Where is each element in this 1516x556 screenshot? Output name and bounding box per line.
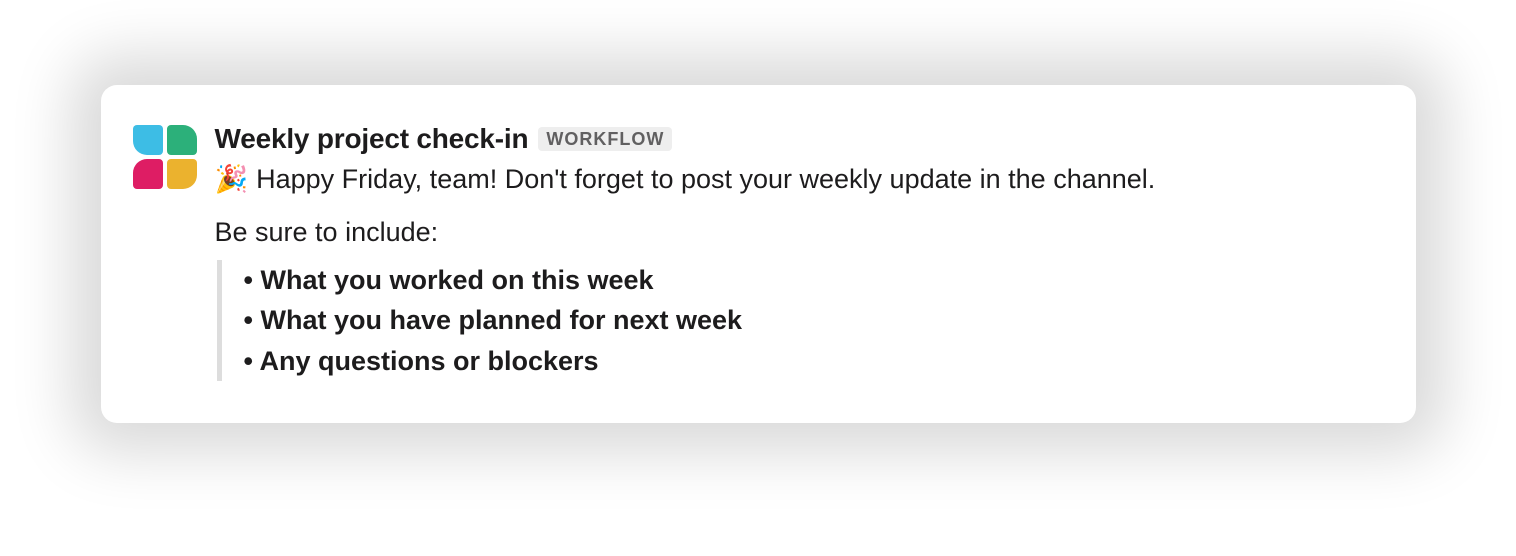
app-avatar bbox=[133, 125, 197, 189]
include-list: What you worked on this week What you ha… bbox=[244, 260, 1376, 382]
include-list-block: What you worked on this week What you ha… bbox=[217, 260, 1376, 382]
list-item: Any questions or blockers bbox=[244, 341, 1376, 382]
list-item: What you have planned for next week bbox=[244, 300, 1376, 341]
avatar-quad-2 bbox=[167, 125, 197, 155]
greeting-text: Happy Friday, team! Don't forget to post… bbox=[256, 161, 1155, 199]
workflow-title: Weekly project check-in bbox=[215, 123, 529, 155]
avatar-quad-4 bbox=[167, 159, 197, 189]
avatar-quad-3 bbox=[133, 159, 163, 189]
list-item: What you worked on this week bbox=[244, 260, 1376, 301]
message-header: Weekly project check-in WORKFLOW bbox=[215, 123, 1376, 155]
party-popper-icon: 🎉 bbox=[215, 161, 249, 199]
message-content: Weekly project check-in WORKFLOW 🎉 Happy… bbox=[215, 123, 1376, 381]
subhead-text: Be sure to include: bbox=[215, 217, 1376, 248]
avatar-quad-1 bbox=[133, 125, 163, 155]
message-card: Weekly project check-in WORKFLOW 🎉 Happy… bbox=[101, 85, 1416, 423]
message-greeting-line: 🎉 Happy Friday, team! Don't forget to po… bbox=[215, 161, 1376, 199]
workflow-badge: WORKFLOW bbox=[538, 127, 672, 152]
